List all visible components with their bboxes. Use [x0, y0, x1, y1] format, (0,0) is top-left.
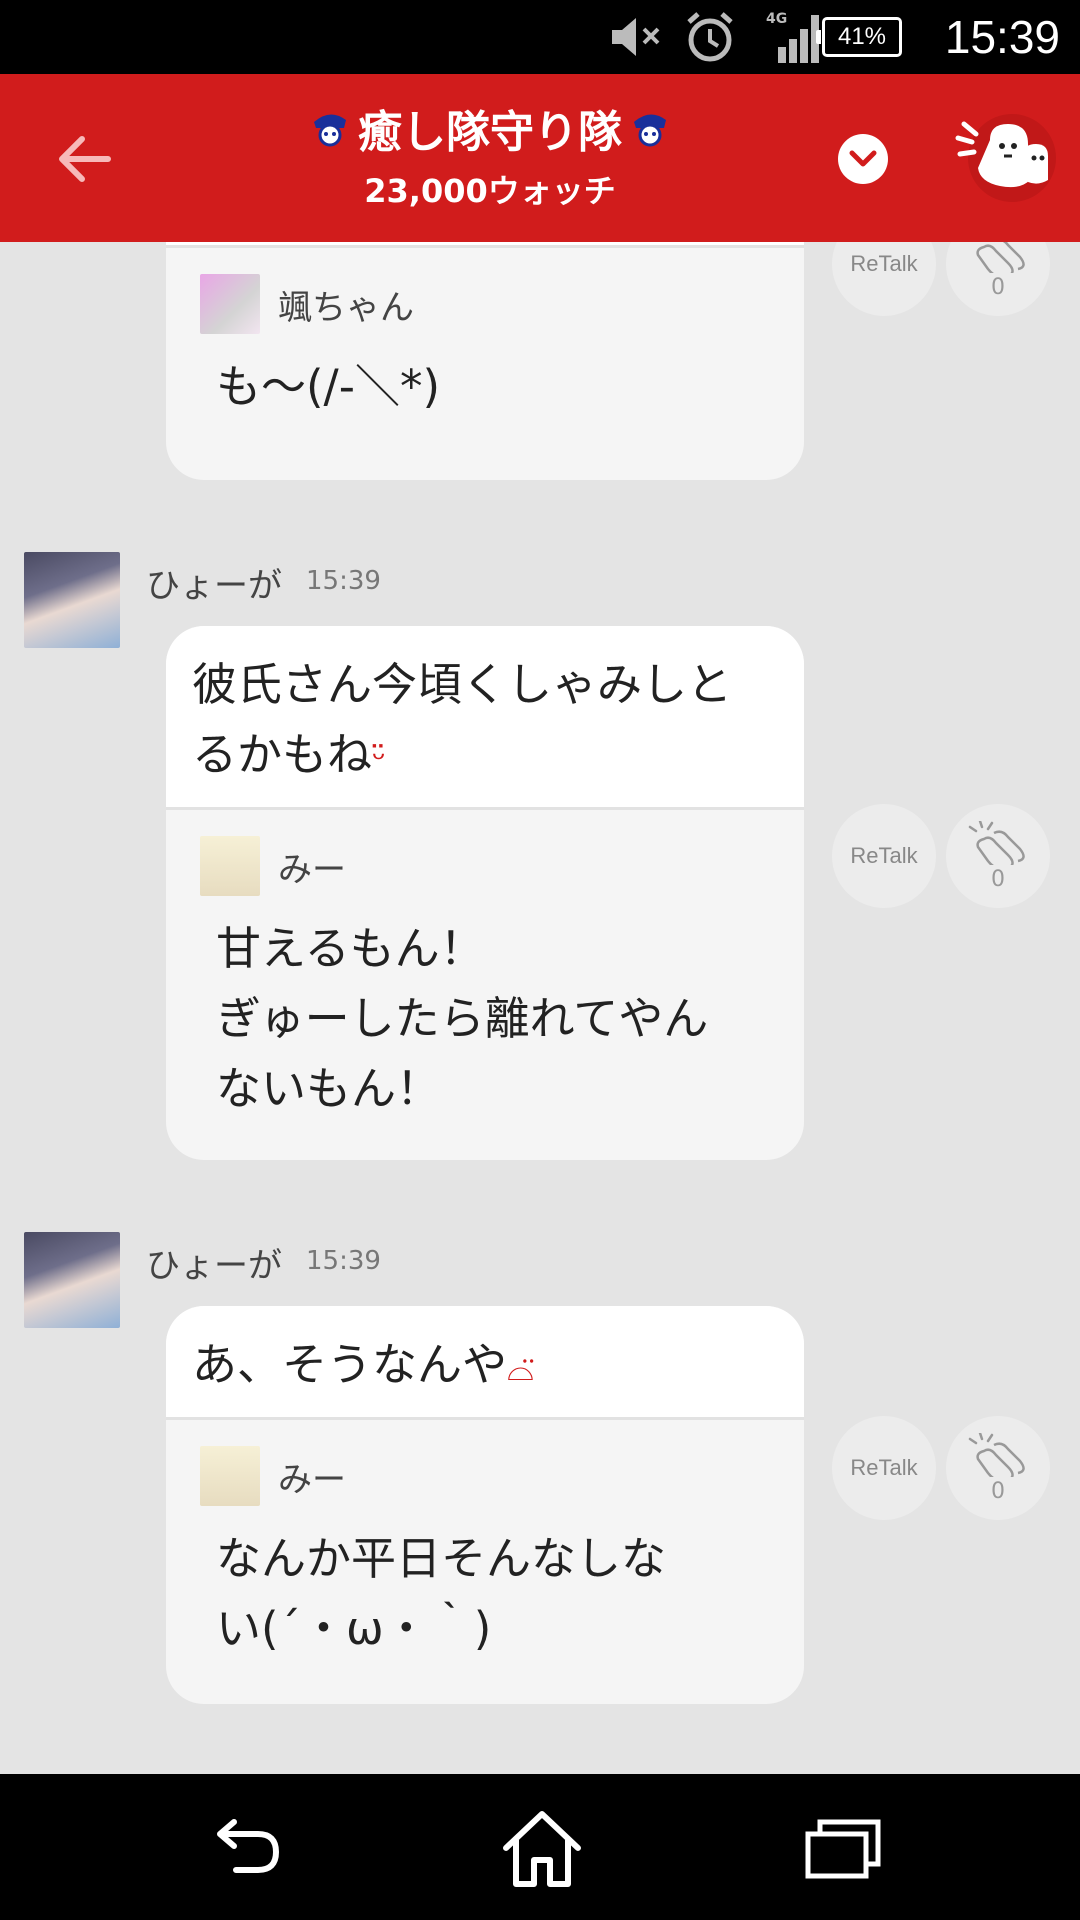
message-bubble[interactable]: 彼氏さん今頃くしゃみしとるかもねᵕ̈ みー 甘えるもん！ ぎゅーしたら離れてやん…	[166, 626, 804, 1160]
quoted-user-name: みー	[278, 1459, 346, 1500]
avatar[interactable]	[24, 1232, 120, 1328]
police-cap-icon	[314, 114, 346, 147]
quoted-message: みー なんか平日そんなしな い(´・ω・｀)	[166, 1420, 804, 1704]
clap-icon	[976, 242, 1025, 273]
user-name[interactable]: ひょーが	[146, 558, 282, 607]
ghost-mascot-icon	[955, 114, 1056, 202]
chat-timeline[interactable]: 颯ちゃん も〜(/-＼*) ReTalk 0 ひょーが 15:39 彼氏さん今頃…	[0, 242, 1080, 1774]
clap-count: 0	[991, 866, 1005, 892]
quoted-user-name: みー	[278, 849, 346, 890]
clap-button[interactable]: 0	[946, 1416, 1050, 1520]
clap-icon	[968, 1432, 1025, 1477]
clap-button[interactable]: 0	[946, 242, 1050, 316]
navigation-bar	[0, 1774, 1080, 1920]
quoted-message: 颯ちゃん も〜(/-＼*)	[166, 248, 804, 462]
watch-count: 23,000ウォッチ	[364, 172, 616, 210]
back-button[interactable]	[50, 124, 120, 194]
user-name[interactable]: ひょーが	[146, 1238, 282, 1287]
quoted-user-name: 颯ちゃん	[278, 287, 414, 328]
page-title: 癒し隊守り隊	[358, 107, 622, 158]
chevron-down-icon	[849, 150, 877, 167]
message-bubble[interactable]: あ、そうなんや⌓̈ みー なんか平日そんなしな い(´・ω・｀)	[166, 1306, 804, 1704]
network-type: 4G	[766, 11, 787, 27]
avatar	[200, 274, 260, 334]
message-text: あ、そうなんや⌓̈	[166, 1306, 804, 1420]
avatar	[200, 1446, 260, 1506]
battery-level: 41%	[816, 17, 902, 57]
message-bubble: 颯ちゃん も〜(/-＼*)	[166, 242, 804, 480]
message-text: 彼氏さん今頃くしゃみしとるかもねᵕ̈	[166, 626, 804, 810]
quoted-text: 甘えるもん！ ぎゅーしたら離れてやん ないもん！	[216, 922, 709, 1115]
header-title-block: 癒し隊守り隊 23,000ウォッチ	[250, 96, 730, 212]
back-arrow-icon	[217, 1819, 280, 1873]
police-cap-icon	[634, 114, 666, 147]
retalk-label: ReTalk	[850, 1455, 918, 1480]
quoted-text: も〜(/-＼*)	[216, 360, 441, 413]
retalk-button[interactable]: ReTalk	[832, 242, 936, 316]
clock: 15:39	[944, 11, 1060, 63]
battery-icon: 41%	[816, 0, 902, 74]
avatar[interactable]	[24, 552, 120, 648]
nav-recents-button[interactable]	[794, 1804, 890, 1894]
dropdown-button[interactable]	[838, 134, 888, 184]
arrow-left-icon	[59, 136, 111, 182]
retalk-button[interactable]: ReTalk	[832, 804, 936, 908]
retalk-label: ReTalk	[850, 843, 918, 868]
mascot-button[interactable]	[950, 110, 1060, 206]
quoted-message: みー 甘えるもん！ ぎゅーしたら離れてやん ないもん！	[166, 810, 804, 1160]
home-icon	[503, 1811, 581, 1887]
mute-icon	[608, 0, 668, 74]
clap-count: 0	[991, 1478, 1005, 1504]
message-body: 彼氏さん今頃くしゃみしとるかもね	[192, 658, 733, 781]
nav-home-button[interactable]	[494, 1804, 590, 1894]
avatar	[200, 836, 260, 896]
clap-button[interactable]: 0	[946, 804, 1050, 908]
retalk-button[interactable]: ReTalk	[832, 1416, 936, 1520]
nav-back-button[interactable]	[196, 1804, 292, 1894]
message-body: あ、そうなんや	[192, 1338, 508, 1391]
retalk-label: ReTalk	[850, 251, 918, 276]
status-bar: 4G 41% 15:39	[0, 0, 1080, 74]
clap-icon	[968, 820, 1025, 865]
timestamp: 15:39	[306, 566, 381, 596]
timestamp: 15:39	[306, 1246, 381, 1276]
recent-apps-icon	[805, 1819, 881, 1879]
chat-header: 癒し隊守り隊 23,000ウォッチ	[0, 74, 1080, 242]
signal-icon: 4G	[764, 0, 824, 74]
clap-count: 0	[991, 274, 1005, 300]
sad-face-emoji: ⌓̈	[507, 1349, 534, 1389]
alarm-icon	[683, 0, 737, 74]
quoted-text: なんか平日そんなしな い(´・ω・｀)	[216, 1532, 667, 1655]
tongue-face-emoji: ᵕ̈	[372, 739, 387, 779]
